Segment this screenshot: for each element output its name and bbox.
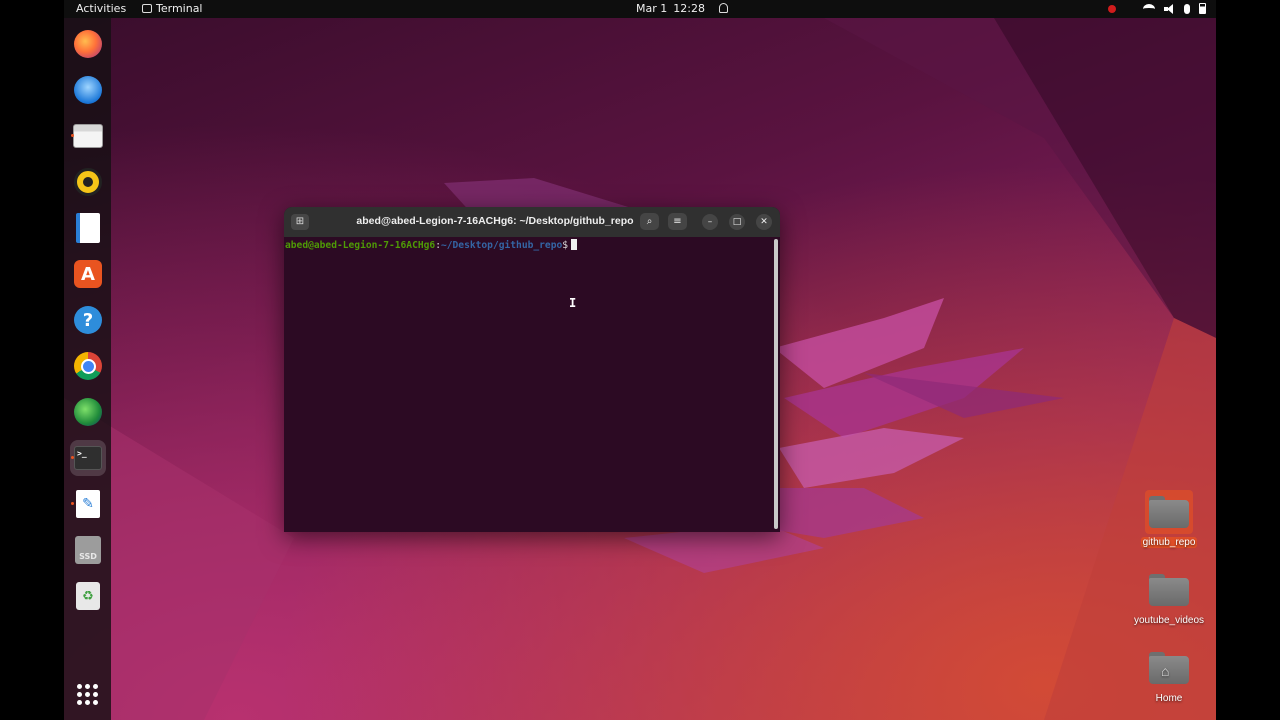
thunderbird-icon <box>74 76 102 104</box>
maximize-icon[interactable]: □ <box>729 214 745 230</box>
alarm-icon <box>718 3 728 13</box>
battery-icon[interactable] <box>1199 3 1206 14</box>
desktop-icon-home[interactable]: ⌂ Home <box>1132 646 1206 704</box>
prompt-user: abed@abed-Legion-7-16ACHg6 <box>285 240 436 251</box>
running-indicator <box>71 134 74 137</box>
terminal-headerbar[interactable]: ⊞ abed@abed-Legion-7-16ACHg6: ~/Desktop/… <box>284 207 780 237</box>
desktop-icon-youtube-videos[interactable]: youtube_videos <box>1132 568 1206 626</box>
apps-grid-icon[interactable] <box>77 684 98 705</box>
dock-item-chrome[interactable] <box>70 348 106 384</box>
prompt-path: ~/Desktop/github_repo <box>440 240 563 251</box>
text-editor-icon: ✎ <box>76 490 100 518</box>
dock-item-firefox[interactable] <box>70 26 106 62</box>
dock-item-ssd[interactable]: SSD <box>70 532 106 568</box>
desktop-screen: Activities Terminal Mar 1 12:28 A ? >_ ✎… <box>64 0 1216 720</box>
dock-item-globe[interactable] <box>70 394 106 430</box>
hamburger-menu-icon[interactable]: ≡ <box>668 213 687 230</box>
close-icon[interactable]: ✕ <box>756 214 772 230</box>
volume-icon[interactable] <box>1164 3 1175 14</box>
desktop-icon-label: github_repo <box>1140 537 1198 548</box>
minimize-icon[interactable]: – <box>702 214 718 230</box>
terminal-app-icon <box>142 4 152 13</box>
search-icon[interactable]: ⌕ <box>640 213 659 230</box>
dock-item-help[interactable]: ? <box>70 302 106 338</box>
help-icon: ? <box>74 306 102 334</box>
running-indicator <box>71 456 74 459</box>
folder-icon <box>1145 568 1193 612</box>
app-menu[interactable]: Terminal <box>142 2 203 15</box>
writer-icon <box>76 213 100 243</box>
terminal-icon: >_ <box>74 446 102 470</box>
running-indicator <box>71 502 74 505</box>
dock-item-terminal[interactable]: >_ <box>70 440 106 476</box>
terminal-window[interactable]: ⊞ abed@abed-Legion-7-16ACHg6: ~/Desktop/… <box>284 207 780 532</box>
wifi-icon[interactable] <box>1143 3 1155 14</box>
clock-time: 12:28 <box>673 2 705 15</box>
dock: A ? >_ ✎ SSD ♻ <box>64 18 111 720</box>
trash-icon: ♻ <box>76 582 100 610</box>
globe-icon <box>74 398 102 426</box>
top-bar: Activities Terminal Mar 1 12:28 <box>64 0 1216 18</box>
mouse-ibeam-cursor-icon: I <box>569 296 577 310</box>
new-tab-icon[interactable]: ⊞ <box>291 214 309 230</box>
home-folder-icon: ⌂ <box>1145 646 1193 690</box>
app-menu-label: Terminal <box>156 2 203 15</box>
clock-date: Mar 1 <box>636 2 668 15</box>
ssd-drive-icon: SSD <box>75 536 101 564</box>
dock-item-files[interactable] <box>70 118 106 154</box>
microphone-icon[interactable] <box>1184 3 1190 14</box>
desktop-icon-label: youtube_videos <box>1133 615 1205 626</box>
dock-item-thunderbird[interactable] <box>70 72 106 108</box>
firefox-icon <box>74 30 102 58</box>
terminal-scrollbar[interactable] <box>774 239 778 529</box>
dock-item-writer[interactable] <box>70 210 106 246</box>
terminal-output[interactable]: abed@abed-Legion-7-16ACHg6:~/Desktop/git… <box>284 237 780 532</box>
desktop-icon-label: Home <box>1155 693 1183 704</box>
dock-item-rhythmbox[interactable] <box>70 164 106 200</box>
dock-item-trash[interactable]: ♻ <box>70 578 106 614</box>
prompt-dollar: $ <box>562 240 569 251</box>
rhythmbox-icon <box>74 168 102 196</box>
recording-indicator-icon[interactable] <box>1108 4 1116 13</box>
dock-item-software[interactable]: A <box>70 256 106 292</box>
folder-icon <box>1145 490 1193 534</box>
files-icon <box>73 124 103 148</box>
system-tray[interactable] <box>1108 3 1206 14</box>
window-title: abed@abed-Legion-7-16ACHg6: ~/Desktop/gi… <box>356 215 634 227</box>
text-cursor <box>571 239 578 250</box>
software-center-icon: A <box>74 260 102 288</box>
clock[interactable]: Mar 1 12:28 <box>636 2 728 15</box>
activities-button[interactable]: Activities <box>76 2 126 15</box>
desktop-icon-github-repo[interactable]: github_repo <box>1132 490 1206 548</box>
dock-item-text-editor[interactable]: ✎ <box>70 486 106 522</box>
chrome-icon <box>74 352 102 380</box>
